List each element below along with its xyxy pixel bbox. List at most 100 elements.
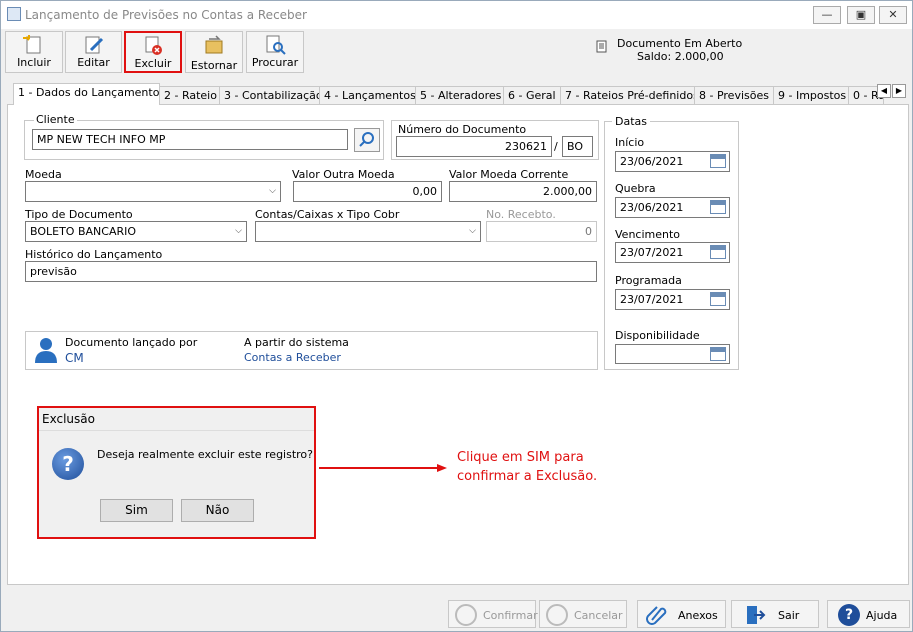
numdoc-separator: / xyxy=(554,140,558,153)
calendar-icon[interactable] xyxy=(710,245,726,259)
estornar-button[interactable]: Estornar xyxy=(185,31,243,73)
help-icon: ? xyxy=(838,604,860,626)
excluir-label: Excluir xyxy=(134,57,172,70)
vencimento-date-field[interactable]: 23/07/2021 xyxy=(615,242,730,263)
incluir-button[interactable]: Incluir xyxy=(5,31,63,73)
annotation-text: Clique em SIM para confirmar a Exclusão. xyxy=(457,448,597,486)
annotation-line2: confirmar a Exclusão. xyxy=(457,469,598,484)
inicio-label: Início xyxy=(615,136,645,149)
quebra-label: Quebra xyxy=(615,182,656,195)
numdoc-label: Número do Documento xyxy=(398,123,527,136)
valor-outra-field[interactable]: 0,00 xyxy=(293,181,442,202)
contas-select[interactable]: ⌵ xyxy=(255,221,481,242)
search-document-icon xyxy=(266,35,286,55)
sim-button[interactable]: Sim xyxy=(100,499,173,522)
close-button[interactable]: ✕ xyxy=(879,6,907,24)
historico-field[interactable]: previsão xyxy=(25,261,597,282)
incluir-label: Incluir xyxy=(17,56,51,69)
annotation-line1: Clique em SIM para xyxy=(457,450,584,465)
cliente-label: Cliente xyxy=(34,113,77,126)
lancado-label: Documento lançado por xyxy=(65,336,198,349)
question-icon: ? xyxy=(52,448,84,480)
programada-date-field[interactable]: 23/07/2021 xyxy=(615,289,730,310)
procurar-button[interactable]: Procurar xyxy=(246,31,304,73)
numdoc-field[interactable]: 230621 xyxy=(396,136,552,157)
main-window: Lançamento de Previsões no Contas a Rece… xyxy=(0,0,913,632)
title-bar: Lançamento de Previsões no Contas a Rece… xyxy=(1,1,912,29)
contas-label: Contas/Caixas x Tipo Cobr xyxy=(255,208,400,221)
anexos-button[interactable]: Anexos xyxy=(637,600,726,628)
confirmar-label: Confirmar xyxy=(483,609,538,622)
numdoc-suffix-field[interactable]: BO xyxy=(562,136,593,157)
nao-button[interactable]: Não xyxy=(181,499,254,522)
disponibilidade-date-field[interactable] xyxy=(615,344,730,364)
cliente-field[interactable]: MP NEW TECH INFO MP xyxy=(32,129,348,150)
sistema-value: Contas a Receber xyxy=(244,351,341,364)
editar-label: Editar xyxy=(77,56,110,69)
calendar-icon[interactable] xyxy=(710,292,726,306)
quebra-value: 23/06/2021 xyxy=(620,201,684,214)
valor-outra-label: Valor Outra Moeda xyxy=(292,168,395,181)
disponibilidade-label: Disponibilidade xyxy=(615,329,700,342)
inicio-date-field[interactable]: 23/06/2021 xyxy=(615,151,730,172)
moeda-select[interactable]: ⌵ xyxy=(25,181,281,202)
exclusao-dialog: Exclusão ? Deseja realmente excluir este… xyxy=(37,406,316,539)
chevron-down-icon: ⌵ xyxy=(235,226,242,236)
valor-corrente-field[interactable]: 2.000,00 xyxy=(449,181,597,202)
document-status-icon xyxy=(596,40,607,53)
tipo-doc-select[interactable]: BOLETO BANCARIO ⌵ xyxy=(25,221,247,242)
programada-label: Programada xyxy=(615,274,682,287)
datas-title: Datas xyxy=(612,115,650,128)
tab-geral[interactable]: 6 - Geral xyxy=(503,86,561,105)
tab-rateios-predefinidos[interactable]: 7 - Rateios Pré-definidos xyxy=(560,86,699,105)
tab-lancamentos[interactable]: 4 - Lançamentos xyxy=(319,86,416,105)
dialog-title: Exclusão xyxy=(42,412,95,426)
chevron-down-icon: ⌵ xyxy=(469,226,476,236)
recebto-label: No. Recebto. xyxy=(486,208,556,221)
search-icon xyxy=(359,132,374,147)
procurar-label: Procurar xyxy=(251,56,299,69)
tab-previsoes[interactable]: 8 - Previsões xyxy=(694,86,774,105)
chevron-down-icon: ⌵ xyxy=(269,186,276,196)
calendar-icon[interactable] xyxy=(710,154,726,168)
tab-scroll-right-icon[interactable]: ▶ xyxy=(892,84,906,98)
inicio-value: 23/06/2021 xyxy=(620,155,684,168)
calendar-icon[interactable] xyxy=(710,347,726,361)
editar-button[interactable]: Editar xyxy=(65,31,122,73)
annotation-arrow xyxy=(319,464,447,472)
anexos-label: Anexos xyxy=(678,609,718,622)
calendar-icon[interactable] xyxy=(710,200,726,214)
tab-impostos[interactable]: 9 - Impostos xyxy=(773,86,849,105)
user-icon xyxy=(35,338,57,363)
historico-label: Histórico do Lançamento xyxy=(25,248,163,261)
tab-rateio[interactable]: 2 - Rateio xyxy=(159,86,220,105)
excluir-button[interactable]: Excluir xyxy=(124,31,182,73)
estornar-label: Estornar xyxy=(190,59,238,72)
confirmar-button: Confirmar xyxy=(448,600,538,628)
document-status-text: Documento Em Aberto xyxy=(617,37,743,50)
quebra-date-field[interactable]: 23/06/2021 xyxy=(615,197,730,218)
vencimento-value: 23/07/2021 xyxy=(620,246,684,259)
moeda-label: Moeda xyxy=(25,168,62,181)
tab-dados-lancamento[interactable]: 1 - Dados do Lançamento xyxy=(13,83,160,105)
cliente-search-button[interactable] xyxy=(354,128,380,152)
check-icon xyxy=(455,604,477,626)
tab-scroll-left-icon[interactable]: ◀ xyxy=(877,84,891,98)
tipo-doc-label: Tipo de Documento xyxy=(25,208,133,221)
ajuda-button[interactable]: ? Ajuda xyxy=(827,600,910,628)
recebto-field: 0 xyxy=(486,221,597,242)
maximize-button[interactable]: ▣ xyxy=(847,6,875,24)
lancado-value: CM xyxy=(65,351,84,365)
delete-document-icon xyxy=(145,36,162,55)
tab-alteradores[interactable]: 5 - Alteradores xyxy=(415,86,504,105)
tab-contabilizacao[interactable]: 3 - Contabilização xyxy=(219,86,323,105)
programada-value: 23/07/2021 xyxy=(620,293,684,306)
minimize-button[interactable]: — xyxy=(813,6,841,24)
document-status: Documento Em Aberto Saldo: 2.000,00 xyxy=(595,37,742,63)
cancel-icon xyxy=(546,604,568,626)
sistema-label: A partir do sistema xyxy=(244,336,349,349)
sair-button[interactable]: Sair xyxy=(731,600,819,628)
cancelar-button: Cancelar xyxy=(539,600,627,628)
edit-icon xyxy=(85,36,103,54)
tipo-doc-value: BOLETO BANCARIO xyxy=(30,225,137,238)
